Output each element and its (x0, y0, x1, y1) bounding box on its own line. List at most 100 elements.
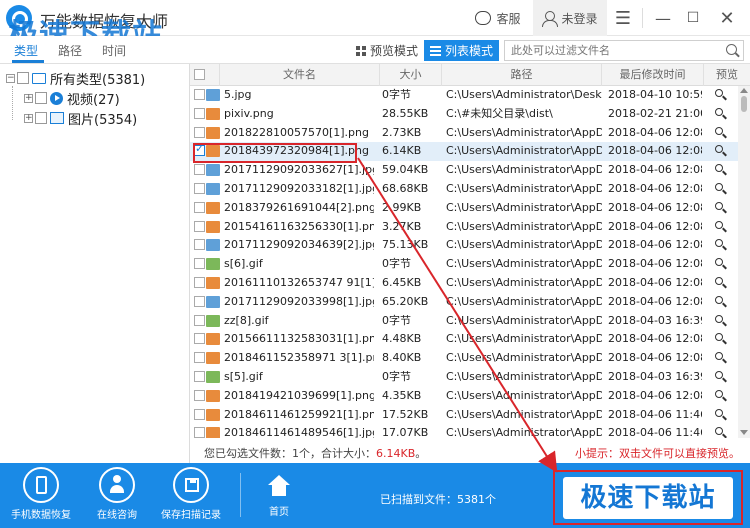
select-all-checkbox[interactable] (194, 69, 205, 80)
table-row[interactable]: pixiv.png 28.55KB C:\#未知父目录\dist\ 2018-02-2… (190, 105, 738, 124)
preview-button[interactable] (712, 107, 728, 121)
table-row[interactable]: 5.jpg 0字节 C:\Users\Administrator\Deskt... 2… (190, 86, 738, 105)
header-path[interactable]: 路径 (442, 64, 602, 86)
preview-button[interactable] (712, 126, 728, 140)
login-button[interactable]: 未登录 (533, 0, 607, 36)
table-row[interactable]: 20154161163256330[1].png 3.27KB C:\Users\A… (190, 218, 738, 237)
row-checkbox[interactable] (194, 220, 205, 232)
table-row[interactable]: s[6].gif 0字节 C:\Users\Administrator\AppD..… (190, 255, 738, 274)
row-checkbox[interactable] (194, 427, 205, 438)
preview-button[interactable] (712, 238, 728, 252)
file-path: C:\Users\Administrator\AppD... (446, 125, 602, 139)
save-scan-button[interactable]: 保存扫描记录 (156, 467, 226, 525)
feedback-button[interactable]: 客服 (470, 0, 526, 36)
preview-button[interactable] (712, 295, 728, 309)
row-checkbox[interactable] (194, 258, 205, 270)
preview-button[interactable] (712, 332, 728, 346)
row-checkbox[interactable] (194, 370, 205, 382)
table-row[interactable]: 20161110132653747 91[1].png 6.45KB C:\User… (190, 274, 738, 293)
list-mode-button[interactable]: 列表模式 (424, 40, 500, 61)
row-checkbox[interactable] (194, 352, 205, 364)
row-checkbox[interactable] (194, 389, 205, 401)
tree-checkbox-video[interactable] (35, 92, 47, 104)
row-checkbox[interactable] (194, 239, 205, 251)
table-row[interactable]: 20171129092033998[1].jpg 65.20KB C:\Users\… (190, 293, 738, 312)
table-row[interactable]: 2018461152358971 3[1].png 8.40KB C:\Users\… (190, 349, 738, 368)
table-row[interactable]: 201822810057570[1].png 2.73KB C:\Users\Adm… (190, 124, 738, 143)
row-checkbox[interactable] (194, 333, 205, 345)
file-name: 20156611132583031[1].png (224, 332, 374, 346)
table-row[interactable]: 20156611132583031[1].png 4.48KB C:\Users\A… (190, 330, 738, 349)
row-checkbox[interactable] (194, 126, 205, 138)
preview-mode-button[interactable]: 预览模式 (350, 40, 424, 61)
preview-button[interactable] (712, 314, 728, 328)
minimize-button[interactable]: — (648, 0, 678, 36)
row-checkbox[interactable] (194, 89, 205, 100)
scroll-up-icon[interactable] (740, 88, 748, 93)
tree-checkbox-image[interactable] (35, 112, 47, 124)
table-row[interactable]: 20171129092034639[2].jpg 75.13KB C:\Users\… (190, 236, 738, 255)
preview-button[interactable] (712, 144, 728, 158)
table-row[interactable]: 20184611461489546[1].jpg 17.07KB C:\Users\… (190, 424, 738, 438)
header-select-all[interactable] (190, 64, 220, 86)
header-name[interactable]: 文件名 (220, 64, 380, 86)
expand-icon[interactable]: + (24, 113, 33, 123)
row-checkbox[interactable] (194, 107, 205, 119)
preview-button[interactable] (712, 201, 728, 215)
online-consult-button[interactable]: 在线咨询 (82, 467, 152, 525)
preview-button[interactable] (712, 257, 728, 271)
magnifier-icon (715, 276, 723, 285)
tab-time[interactable]: 时间 (102, 42, 126, 59)
preview-button[interactable] (712, 408, 728, 422)
preview-button[interactable] (712, 88, 728, 102)
file-name: 2018461152358971 3[1].png (224, 351, 374, 365)
tree-checkbox-all[interactable] (17, 72, 29, 84)
close-button[interactable]: ✕ (710, 0, 744, 36)
row-checkbox[interactable] (194, 314, 205, 326)
recover-button[interactable]: 极速下载站 (563, 477, 733, 519)
table-scrollbar[interactable] (738, 86, 750, 438)
tree-item-image[interactable]: + 图片(5354) (24, 108, 137, 128)
table-row[interactable]: s[5].gif 0字节 C:\Users\Administrator\AppD..… (190, 368, 738, 387)
table-row[interactable]: 20171129092033627[1].jpg 59.04KB C:\Users\… (190, 161, 738, 180)
preview-button[interactable] (712, 370, 728, 384)
preview-button[interactable] (712, 220, 728, 234)
row-checkbox[interactable] (194, 295, 205, 307)
collapse-icon[interactable]: − (6, 73, 15, 83)
row-checkbox[interactable] (194, 201, 205, 213)
maximize-button[interactable]: ☐ (678, 0, 708, 36)
table-row[interactable]: 2018419421039699[1].png 4.35KB C:\Users\Ad… (190, 387, 738, 406)
preview-button[interactable] (712, 163, 728, 177)
preview-button[interactable] (712, 276, 728, 290)
home-button[interactable]: 首页 (244, 473, 314, 528)
menu-button[interactable]: ☰ (607, 0, 639, 36)
table-row[interactable]: 2018379261691044[2].png 2.99KB C:\Users\Ad… (190, 199, 738, 218)
preview-button[interactable] (712, 351, 728, 365)
row-checkbox[interactable] (194, 408, 205, 420)
preview-button[interactable] (712, 182, 728, 196)
preview-button[interactable] (712, 426, 728, 438)
scroll-thumb[interactable] (741, 96, 747, 112)
header-size[interactable]: 大小 (380, 64, 442, 86)
expand-icon[interactable]: + (24, 93, 33, 103)
table-row[interactable]: zz[8].gif 0字节 C:\Users\Administrator\AppD.… (190, 312, 738, 331)
tree-item-all[interactable]: − 所有类型(5381) (6, 68, 145, 88)
file-size: 28.55KB (382, 106, 429, 120)
table-row[interactable]: 20184611461259921[1].png 17.52KB C:\Users\… (190, 406, 738, 425)
row-checkbox[interactable] (194, 276, 205, 288)
preview-button[interactable] (712, 389, 728, 403)
phone-recovery-button[interactable]: 手机数据恢复 (6, 467, 76, 525)
row-checkbox[interactable] (194, 182, 205, 194)
tree-item-video[interactable]: + 视频(27) (24, 88, 120, 108)
header-date[interactable]: 最后修改时间 (602, 64, 704, 86)
search-icon[interactable] (726, 44, 737, 55)
scroll-down-icon[interactable] (740, 430, 748, 435)
jpg-file-icon (206, 239, 220, 252)
tab-path[interactable]: 路径 (58, 42, 82, 59)
file-name: 20184611461489546[1].jpg (224, 426, 374, 438)
table-row[interactable]: 20171129092033182[1].jpg 68.68KB C:\Users\… (190, 180, 738, 199)
tab-type[interactable]: 类型 (14, 42, 38, 59)
png-file-icon (206, 276, 220, 289)
filter-input[interactable] (505, 41, 719, 60)
row-checkbox[interactable] (194, 164, 205, 176)
